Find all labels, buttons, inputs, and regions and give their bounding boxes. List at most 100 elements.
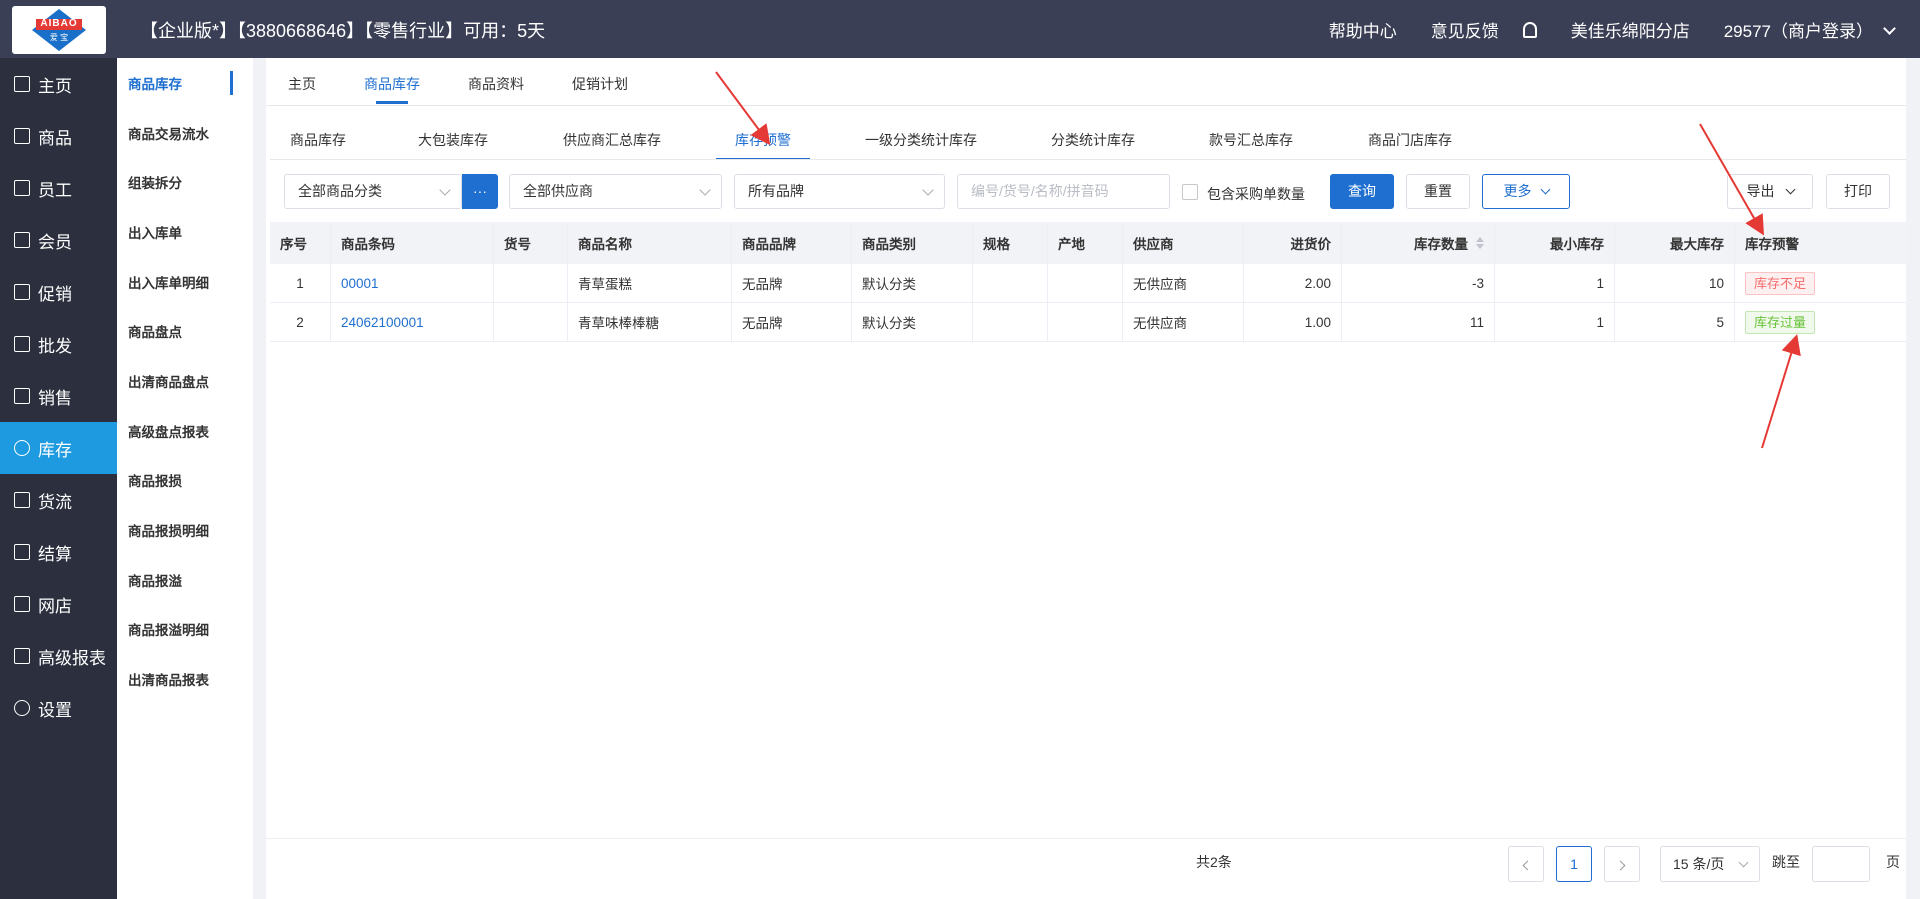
subnav-inout-orders[interactable]: 出入库单 bbox=[117, 207, 253, 257]
aibao-logo[interactable]: AIBAO 爱 宝 bbox=[12, 6, 106, 54]
nav-settlement[interactable]: 结算 bbox=[0, 526, 117, 578]
table-row[interactable]: 2 24062100001 青草味棒棒糖 无品牌 默认分类 无供应商 1.00 … bbox=[270, 303, 1906, 342]
tab-category-stats[interactable]: 分类统计库存 bbox=[1051, 130, 1135, 150]
cell-sku bbox=[494, 303, 568, 341]
subnav-advanced-stocktake-report[interactable]: 高级盘点报表 bbox=[117, 406, 253, 456]
nav-label: 主页 bbox=[38, 76, 72, 96]
subnav-damage-details[interactable]: 商品报损明细 bbox=[117, 505, 253, 555]
subnav-product-stock[interactable]: 商品库存 bbox=[117, 58, 253, 108]
tab-style-summary[interactable]: 款号汇总库存 bbox=[1209, 130, 1293, 150]
brand-select[interactable]: 所有品牌 bbox=[734, 174, 945, 209]
nav-sales[interactable]: 销售 bbox=[0, 370, 117, 422]
nav-label: 高级报表 bbox=[38, 648, 106, 668]
tab-home[interactable]: 主页 bbox=[288, 74, 316, 94]
feedback-link[interactable]: 意见反馈 bbox=[1431, 17, 1499, 42]
cell-category: 默认分类 bbox=[852, 264, 973, 302]
nav-label: 批发 bbox=[38, 336, 72, 356]
nav-webshop[interactable]: 网店 bbox=[0, 578, 117, 630]
col-supplier: 供应商 bbox=[1123, 222, 1244, 264]
page-1-button[interactable]: 1 bbox=[1556, 846, 1592, 882]
logo-subtext: 爱 宝 bbox=[49, 33, 69, 42]
col-alert: 库存预警 bbox=[1745, 237, 1799, 252]
tab-supplier-summary[interactable]: 供应商汇总库存 bbox=[563, 130, 661, 150]
cell-name: 青草蛋糕 bbox=[568, 264, 732, 302]
table-header: 序号 商品条码 货号 商品名称 商品品牌 商品类别 规格 产地 供应商 进货价 … bbox=[270, 222, 1906, 264]
nav-members[interactable]: 会员 bbox=[0, 214, 117, 266]
col-stock[interactable]: 库存数量 bbox=[1342, 222, 1495, 264]
member-icon bbox=[14, 232, 30, 248]
search-input[interactable]: 编号/货号/名称/拼音码 bbox=[957, 174, 1170, 209]
col-barcode: 商品条码 bbox=[331, 222, 494, 264]
reset-button[interactable]: 重置 bbox=[1406, 174, 1470, 209]
home-icon bbox=[14, 76, 30, 92]
nav-inventory[interactable]: 库存 bbox=[0, 422, 117, 474]
nav-promotion[interactable]: 促销 bbox=[0, 266, 117, 318]
subnav-assembly-split[interactable]: 组装拆分 bbox=[117, 157, 253, 207]
page-unit-label: 页 bbox=[1886, 854, 1900, 870]
tab-level1-category[interactable]: 一级分类统计库存 bbox=[865, 130, 977, 150]
subnav-inout-details[interactable]: 出入库单明细 bbox=[117, 257, 253, 307]
help-center-link[interactable]: 帮助中心 bbox=[1329, 17, 1397, 42]
nav-products[interactable]: 商品 bbox=[0, 110, 117, 162]
tab-promo-plan[interactable]: 促销计划 bbox=[572, 74, 628, 94]
subnav-overflow-details[interactable]: 商品报溢明细 bbox=[117, 605, 253, 655]
nav-label: 网店 bbox=[38, 596, 72, 616]
nav-staff[interactable]: 员工 bbox=[0, 162, 117, 214]
col-price: 进货价 bbox=[1244, 222, 1342, 264]
chevron-down-icon bbox=[1540, 184, 1550, 195]
logo-diamond-icon bbox=[32, 9, 86, 51]
tab-stock-alert[interactable]: 库存预警 bbox=[735, 130, 791, 150]
cell-barcode-link[interactable]: 00001 bbox=[331, 264, 494, 302]
subnav-clearance-report[interactable]: 出清商品报表 bbox=[117, 654, 253, 704]
subnav-overflow[interactable]: 商品报溢 bbox=[117, 555, 253, 605]
category-more-button[interactable]: ··· bbox=[462, 174, 498, 209]
nav-logistics[interactable]: 货流 bbox=[0, 474, 117, 526]
tab-bulk-stock[interactable]: 大包装库存 bbox=[418, 130, 488, 150]
bell-icon[interactable] bbox=[1522, 21, 1537, 38]
supplier-select[interactable]: 全部供应商 bbox=[509, 174, 722, 209]
nav-label: 库存 bbox=[38, 440, 72, 460]
nav-label: 促销 bbox=[38, 284, 72, 304]
jump-page-input[interactable] bbox=[1812, 846, 1870, 882]
cell-no: 1 bbox=[270, 264, 331, 302]
tab-stock[interactable]: 商品库存 bbox=[290, 130, 346, 150]
category-select[interactable]: 全部商品分类 bbox=[284, 174, 462, 209]
main-sidebar: 主页 商品 员工 会员 促销 批发 销售 库存 货流 结算 网店 高级报表 设置 bbox=[0, 58, 117, 899]
cell-barcode-link[interactable]: 24062100001 bbox=[331, 303, 494, 341]
cell-max: 5 bbox=[1615, 303, 1735, 341]
table-row[interactable]: 1 00001 青草蛋糕 无品牌 默认分类 无供应商 2.00 -3 1 10 … bbox=[270, 264, 1906, 303]
subnav-transaction-flow[interactable]: 商品交易流水 bbox=[117, 108, 253, 158]
query-button[interactable]: 查询 bbox=[1330, 174, 1394, 209]
col-origin: 产地 bbox=[1048, 222, 1123, 264]
next-page-button[interactable] bbox=[1604, 846, 1640, 882]
nav-advanced-reports[interactable]: 高级报表 bbox=[0, 630, 117, 682]
nav-home[interactable]: 主页 bbox=[0, 58, 117, 110]
more-button[interactable]: 更多 bbox=[1482, 174, 1570, 209]
page-size-select[interactable]: 15 条/页 bbox=[1660, 846, 1760, 882]
total-count: 共2条 bbox=[1196, 854, 1232, 870]
tab-store-stock[interactable]: 商品门店库存 bbox=[1368, 130, 1452, 150]
export-button[interactable]: 导出 bbox=[1727, 174, 1813, 209]
nav-settings[interactable]: 设置 bbox=[0, 682, 117, 734]
cell-alert: 库存不足 bbox=[1735, 264, 1906, 302]
subnav-damage[interactable]: 商品报损 bbox=[117, 456, 253, 506]
cell-stock: 11 bbox=[1342, 303, 1495, 341]
col-category: 商品类别 bbox=[852, 222, 973, 264]
sort-icon[interactable] bbox=[1476, 237, 1484, 249]
pie-chart-icon bbox=[14, 440, 30, 456]
subnav-stocktake[interactable]: 商品盘点 bbox=[117, 306, 253, 356]
tab-product-info[interactable]: 商品资料 bbox=[468, 74, 524, 94]
brand-value: 所有品牌 bbox=[748, 183, 804, 199]
user-menu[interactable]: 29577（商户登录） bbox=[1724, 17, 1896, 42]
print-button[interactable]: 打印 bbox=[1826, 174, 1890, 209]
nav-label: 设置 bbox=[38, 700, 72, 720]
cell-brand: 无品牌 bbox=[732, 264, 852, 302]
tab-product-stock[interactable]: 商品库存 bbox=[364, 74, 420, 104]
logo-text: AIBAO bbox=[40, 18, 78, 29]
nav-wholesale[interactable]: 批发 bbox=[0, 318, 117, 370]
include-po-checkbox[interactable] bbox=[1182, 184, 1198, 200]
store-name[interactable]: 美佳乐绵阳分店 bbox=[1571, 17, 1690, 42]
prev-page-button[interactable] bbox=[1508, 846, 1544, 882]
jump-label: 跳至 bbox=[1772, 854, 1800, 870]
subnav-clearance-stocktake[interactable]: 出清商品盘点 bbox=[117, 356, 253, 406]
